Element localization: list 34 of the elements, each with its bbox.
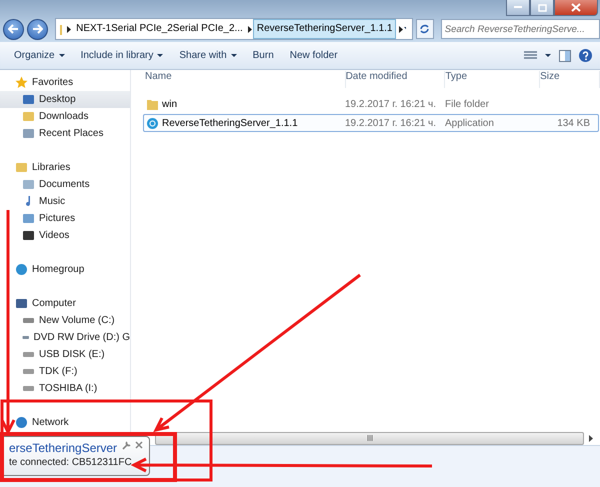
toolbar-button[interactable]: Share with xyxy=(171,50,245,61)
sidebar-item[interactable]: Downloads xyxy=(0,108,130,125)
sidebar-item[interactable]: Desktop xyxy=(0,91,130,108)
column-header[interactable]: Type xyxy=(445,71,540,88)
sidebar-item[interactable]: Network xyxy=(0,414,130,431)
file-row[interactable]: win 19.2.2017 г. 16:21 ч. File folder xyxy=(143,95,599,113)
sidebar-item[interactable]: Homegroup xyxy=(0,261,130,278)
sidebar-item[interactable]: Videos xyxy=(0,227,130,244)
breadcrumb[interactable]: ReverseTetheringServer_1.1.1 xyxy=(252,19,396,39)
toolbar-button[interactable]: Burn xyxy=(244,50,282,61)
sidebar-item[interactable]: Computer xyxy=(0,295,130,312)
sidebar-item[interactable]: Recent Places xyxy=(0,125,130,142)
sidebar-item[interactable]: TOSHIBA (I:) xyxy=(0,380,130,397)
column-header[interactable]: Size xyxy=(540,71,600,88)
column-header[interactable]: Name xyxy=(145,71,346,88)
notification-title: erseTetheringServer xyxy=(9,441,118,455)
toolbar-button[interactable]: Include in library xyxy=(72,50,172,61)
address-bar[interactable]: NEXT-1Serial PCIe_2Serial PCIe_2... ReverseTetheringServer_1.1.1 xyxy=(54,18,413,40)
search-field[interactable]: Search ReverseTetheringServe... xyxy=(440,19,600,39)
sidebar-item[interactable]: Libraries xyxy=(0,159,130,176)
sidebar-item[interactable]: Documents xyxy=(0,176,130,193)
toolbar-button[interactable]: Organize xyxy=(6,50,73,61)
notification-message: te connected: CB512311FC xyxy=(9,457,133,468)
file-row[interactable]: ReverseTetheringServer_1.1.1 19.2.2017 г. 16:21 ч. Application 134 KB xyxy=(143,114,599,132)
sidebar-item[interactable]: DVD RW Drive (D:) G xyxy=(0,329,130,346)
sidebar-item[interactable]: Favorites xyxy=(0,74,130,91)
sidebar-item[interactable]: TDK (F:) xyxy=(0,363,130,380)
breadcrumb[interactable]: NEXT-1Serial PCIe_2Serial PCIe_2... xyxy=(72,19,247,39)
toolbar-button[interactable]: New folder xyxy=(282,50,346,61)
column-header[interactable]: Date modified xyxy=(346,71,446,88)
sidebar-item[interactable]: Music xyxy=(0,193,130,210)
sidebar-item[interactable]: New Volume (C:) xyxy=(0,312,130,329)
sidebar-item[interactable]: USB DISK (E:) xyxy=(0,346,130,363)
sidebar-item[interactable]: Pictures xyxy=(0,210,130,227)
